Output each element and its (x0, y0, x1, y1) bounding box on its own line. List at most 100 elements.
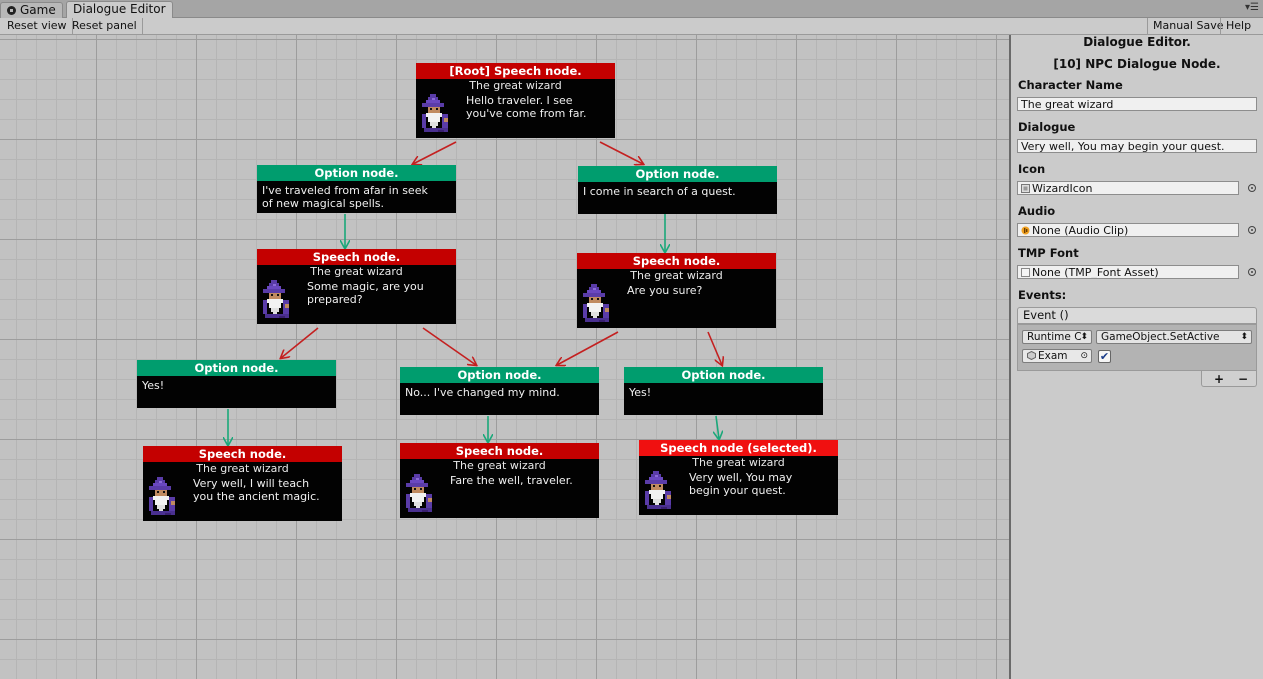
option-text: No... I've changed my mind. (405, 386, 560, 399)
link-root-to-option-seek (413, 141, 457, 164)
speech-node-farewell[interactable]: Speech node. The great wizard Fare the w… (400, 443, 599, 518)
wizard-icon (422, 94, 448, 132)
unity-event-box: Event () Runtime C ⬍ GameObject.SetActive… (1017, 307, 1257, 371)
node-header: Speech node. (143, 446, 342, 462)
audio-object-field[interactable]: None (Audio Clip) (1017, 223, 1239, 237)
inspector-panel: Dialogue Editor. [10] NPC Dialogue Node.… (1009, 35, 1263, 679)
tab-bar: Game Dialogue Editor ▾☰ (0, 0, 1263, 18)
runtime-mode-dropdown[interactable]: Runtime C ⬍ (1022, 330, 1092, 344)
icon-value: WizardIcon (1032, 182, 1093, 195)
reset-panel-button[interactable]: Reset panel (67, 18, 143, 34)
event-header: Event () (1017, 307, 1257, 324)
tab-game[interactable]: Game (0, 2, 63, 18)
node-dialogue: Very well, I will teach you the ancient … (193, 477, 320, 503)
target-object-value: Exam (1038, 350, 1068, 362)
wizard-icon (645, 471, 671, 509)
wizard-icon (149, 477, 175, 515)
audio-label: Audio (1018, 204, 1056, 218)
add-listener-button[interactable]: + (1214, 372, 1224, 386)
link-prepared-to-no (422, 327, 476, 365)
node-character: The great wizard (310, 265, 403, 278)
node-header: [Root] Speech node. (416, 63, 615, 79)
sprite-icon (1021, 184, 1030, 193)
node-character: The great wizard (196, 462, 289, 475)
option-text: I come in search of a quest. (583, 185, 736, 198)
wizard-icon (583, 284, 609, 322)
editor-toolbar: Reset view Reset panel Manual Save Help (0, 18, 1263, 35)
help-button[interactable]: Help (1220, 18, 1256, 34)
function-dropdown[interactable]: GameObject.SetActive ⬍ (1096, 330, 1252, 344)
inspector-title: Dialogue Editor. (1083, 35, 1191, 49)
node-character: The great wizard (630, 269, 723, 282)
events-label: Events: (1018, 288, 1067, 302)
link-sure-to-yes (707, 331, 722, 365)
function-value: GameObject.SetActive (1101, 331, 1220, 343)
link-prepared-to-yes (281, 327, 319, 358)
icon-picker-icon[interactable] (1248, 184, 1256, 192)
node-character: The great wizard (692, 456, 785, 469)
node-header: Speech node. (400, 443, 599, 459)
character-name-label: Character Name (1018, 78, 1123, 92)
icon-object-field[interactable]: WizardIcon (1017, 181, 1239, 195)
option-node-seek-quest[interactable]: Option node. I come in search of a quest… (578, 166, 777, 214)
link-sure-to-no (557, 331, 619, 365)
tab-dialogue-editor-label: Dialogue Editor (73, 2, 166, 16)
tab-menu-icon[interactable]: ▾☰ (1245, 2, 1259, 13)
option-node-seek-spells[interactable]: Option node. I've traveled from afar in … (257, 165, 456, 213)
object-picker-icon: ⊙ (1080, 351, 1088, 361)
node-dialogue: Are you sure? (627, 284, 703, 297)
node-header: Speech node. (577, 253, 776, 269)
option-text: I've traveled from afar in seek of new m… (262, 184, 428, 210)
node-header: Option node. (400, 367, 599, 383)
remove-listener-button[interactable]: − (1238, 372, 1248, 386)
tmp-font-object-field[interactable]: None (TMP_Font Asset) (1017, 265, 1239, 279)
event-list-footer: + − (1201, 371, 1257, 387)
reset-view-button[interactable]: Reset view (2, 18, 73, 34)
speech-node-teach-magic[interactable]: Speech node. The great wizard Very well,… (143, 446, 342, 521)
option-node-yes-left[interactable]: Option node. Yes! (137, 360, 336, 408)
audio-picker-icon[interactable] (1248, 226, 1256, 234)
dropdown-arrow-icon: ⬍ (1080, 332, 1088, 342)
inspector-subtitle: [10] NPC Dialogue Node. (1053, 57, 1221, 71)
tab-dialogue-editor[interactable]: Dialogue Editor (66, 1, 173, 18)
speech-node-selected[interactable]: Speech node (selected). The great wizard… (639, 440, 838, 515)
speech-node-root[interactable]: [Root] Speech node. The great wizard Hel… (416, 63, 615, 138)
target-object-field[interactable]: Exam ⊙ (1022, 349, 1092, 363)
node-dialogue: Very well, You may begin your quest. (689, 471, 793, 497)
node-graph-canvas[interactable]: [Root] Speech node. The great wizard Hel… (0, 35, 1009, 679)
event-listener-row: Runtime C ⬍ GameObject.SetActive ⬍ Exam ⊙ ✔ (1017, 324, 1257, 371)
option-node-changed-mind[interactable]: Option node. No... I've changed my mind. (400, 367, 599, 415)
font-asset-icon (1021, 268, 1030, 277)
speech-node-prepared[interactable]: Speech node. The great wizard Some magic… (257, 249, 456, 324)
node-header: Option node. (578, 166, 777, 182)
audio-clip-icon (1021, 226, 1030, 235)
link-yes-to-quest (716, 415, 719, 439)
node-header: Speech node (selected). (639, 440, 838, 456)
bool-argument-checkbox[interactable]: ✔ (1098, 350, 1111, 363)
speech-node-are-you-sure[interactable]: Speech node. The great wizard Are you su… (577, 253, 776, 328)
wizard-icon (406, 474, 432, 512)
unity-logo-icon (7, 6, 16, 15)
wizard-icon (263, 280, 289, 318)
font-picker-icon[interactable] (1248, 268, 1256, 276)
node-header: Option node. (624, 367, 823, 383)
option-text: Yes! (142, 379, 165, 392)
font-value: None (TMP_Font Asset) (1032, 266, 1159, 279)
node-header: Option node. (257, 165, 456, 181)
audio-value: None (Audio Clip) (1032, 224, 1129, 237)
node-dialogue: Hello traveler. I see you've come from f… (466, 94, 587, 120)
option-node-yes-right[interactable]: Option node. Yes! (624, 367, 823, 415)
dialogue-label: Dialogue (1018, 120, 1076, 134)
link-root-to-option-quest (599, 141, 643, 164)
dialogue-field[interactable]: Very well, You may begin your quest. (1017, 139, 1257, 153)
node-character: The great wizard (453, 459, 546, 472)
manual-save-button[interactable]: Manual Save (1147, 18, 1228, 34)
character-name-field[interactable]: The great wizard (1017, 97, 1257, 111)
option-text: Yes! (629, 386, 652, 399)
node-dialogue: Fare the well, traveler. (450, 474, 573, 487)
icon-label: Icon (1018, 162, 1046, 176)
tmp-font-label: TMP Font (1018, 246, 1079, 260)
runtime-mode-value: Runtime C (1027, 331, 1082, 343)
node-header: Option node. (137, 360, 336, 376)
tab-game-label: Game (20, 3, 56, 17)
